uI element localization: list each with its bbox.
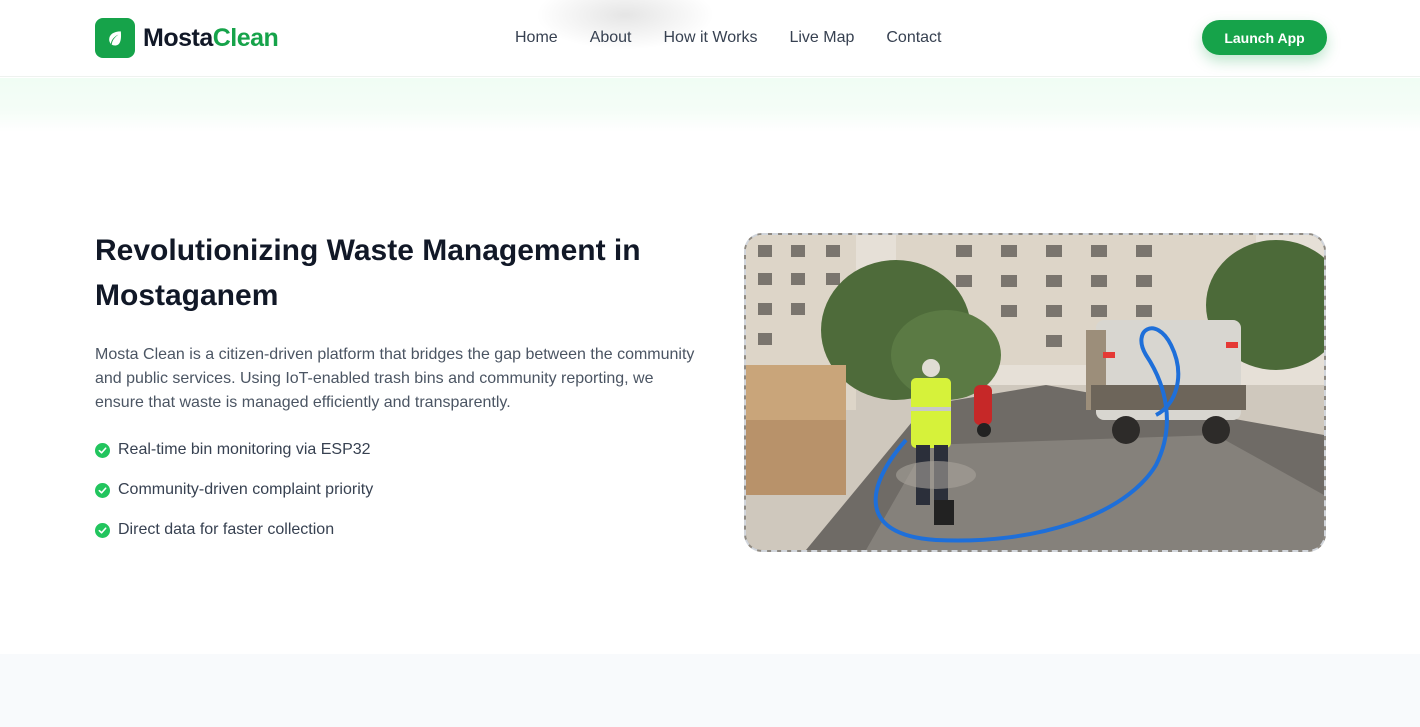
next-section-band — [0, 654, 1420, 727]
check-circle-icon — [95, 442, 110, 458]
nav-link-contact[interactable]: Contact — [886, 28, 941, 48]
hero-title: Revolutionizing Waste Management in Most… — [95, 234, 641, 312]
feature-text: Community-driven complaint priority — [118, 481, 374, 498]
leaf-icon — [95, 18, 135, 58]
nav-link-home[interactable]: Home — [515, 28, 558, 48]
brand-name-part2: Clean — [212, 23, 279, 52]
navbar: MostaClean Home About How it Works Live … — [0, 0, 1420, 77]
brand-logo-link[interactable]: MostaClean — [95, 18, 279, 58]
feature-text: Direct data for faster collection — [118, 521, 335, 538]
launch-app-button[interactable]: Launch App — [1202, 20, 1327, 55]
hero-top-band — [0, 78, 1420, 132]
feature-item: Real-time bin monitoring via ESP32 — [95, 440, 373, 460]
brand-name: MostaClean — [143, 23, 279, 53]
hero-description: Mosta Clean is a citizen-driven platform… — [95, 346, 695, 411]
feature-item: Direct data for faster collection — [95, 520, 373, 540]
feature-list: Real-time bin monitoring via ESP32 Commu… — [95, 440, 373, 560]
check-circle-icon — [95, 522, 110, 538]
nav-link-about[interactable]: About — [590, 28, 632, 48]
feature-item: Community-driven complaint priority — [95, 480, 373, 500]
feature-text: Real-time bin monitoring via ESP32 — [118, 441, 371, 458]
street-cleaning-photo — [744, 233, 1326, 552]
nav-link-how-it-works[interactable]: How it Works — [664, 28, 758, 48]
nav-link-live-map[interactable]: Live Map — [789, 28, 854, 48]
check-circle-icon — [95, 482, 110, 498]
brand-name-part1: Mosta — [143, 23, 213, 52]
main-nav: Home About How it Works Live Map Contact — [515, 28, 942, 48]
